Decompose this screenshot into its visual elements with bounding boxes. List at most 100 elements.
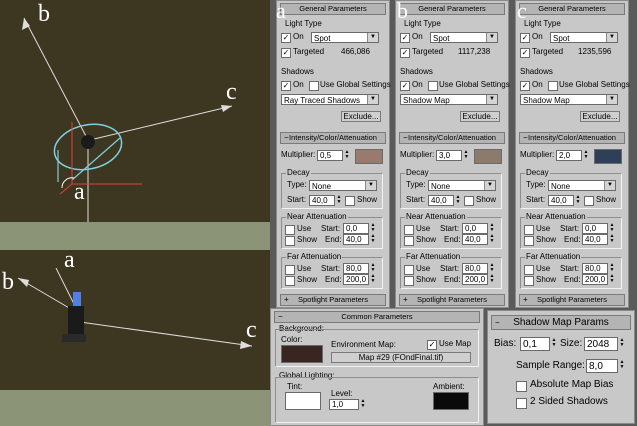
near-use-checkbox[interactable] bbox=[404, 225, 414, 235]
decay-start-input[interactable]: 40,0 bbox=[309, 195, 335, 206]
common-parameters-header[interactable]: − Common Parameters bbox=[274, 311, 480, 323]
intensity-header[interactable]: − Intensity/Color/Attenuation bbox=[519, 132, 625, 144]
general-parameters-header[interactable]: General Parameters bbox=[280, 3, 386, 15]
decay-type-dropdown[interactable]: None ▼ bbox=[309, 180, 377, 191]
decay-start-spinner[interactable]: ▲ ▼ bbox=[336, 195, 342, 206]
multiplier-input[interactable]: 3,0 bbox=[436, 150, 462, 161]
near-use-checkbox[interactable] bbox=[524, 225, 534, 235]
targeted-checkbox[interactable]: ✓ bbox=[520, 48, 530, 58]
far-use-checkbox[interactable] bbox=[285, 265, 295, 275]
decay-show-checkbox[interactable] bbox=[584, 196, 594, 206]
targeted-checkbox[interactable]: ✓ bbox=[281, 48, 291, 58]
near-end-input[interactable]: 40,0 bbox=[582, 234, 608, 245]
decay-type-dropdown[interactable]: None ▼ bbox=[548, 180, 616, 191]
size-input[interactable]: 2048 bbox=[584, 337, 618, 351]
far-start-input[interactable]: 80,0 bbox=[462, 263, 488, 274]
spotlight-parameters-header[interactable]: + Spotlight Parameters bbox=[399, 294, 505, 306]
near-show-checkbox[interactable] bbox=[524, 236, 534, 246]
far-end-spinner[interactable]: ▲ ▼ bbox=[609, 274, 615, 285]
near-start-input[interactable]: 0,0 bbox=[462, 223, 488, 234]
level-spinner[interactable]: ▲ ▼ bbox=[360, 399, 366, 410]
spotlight-parameters-header[interactable]: + Spotlight Parameters bbox=[280, 294, 386, 306]
decay-show-checkbox[interactable] bbox=[464, 196, 474, 206]
near-end-spinner[interactable]: ▲ ▼ bbox=[370, 234, 376, 245]
use-map-checkbox[interactable]: ✓ bbox=[427, 340, 437, 350]
shadows-on-checkbox[interactable]: ✓ bbox=[281, 81, 291, 91]
exclude-button[interactable]: Exclude... bbox=[341, 111, 381, 122]
environment-map-button[interactable]: Map #29 (FOndFinal.tif) bbox=[331, 352, 471, 363]
far-end-input[interactable]: 200,0 bbox=[343, 274, 369, 285]
size-spinner[interactable]: ▲ ▼ bbox=[619, 338, 625, 349]
multiplier-label: Multiplier: bbox=[281, 150, 316, 159]
far-start-input[interactable]: 80,0 bbox=[582, 263, 608, 274]
near-show-checkbox[interactable] bbox=[285, 236, 295, 246]
targeted-checkbox[interactable]: ✓ bbox=[400, 48, 410, 58]
level-input[interactable]: 1,0 bbox=[329, 399, 359, 410]
far-use-checkbox[interactable] bbox=[404, 265, 414, 275]
decay-start-spinner[interactable]: ▲ ▼ bbox=[575, 195, 581, 206]
near-start-input[interactable]: 0,0 bbox=[343, 223, 369, 234]
far-end-input[interactable]: 200,0 bbox=[582, 274, 608, 285]
multiplier-input[interactable]: 0,5 bbox=[317, 150, 343, 161]
light-type-dropdown[interactable]: Spot ▼ bbox=[550, 32, 618, 43]
light-color-swatch[interactable] bbox=[355, 149, 383, 164]
on-checkbox[interactable]: ✓ bbox=[400, 33, 410, 43]
shadow-type-dropdown[interactable]: Shadow Map ▼ bbox=[400, 94, 498, 105]
use-global-checkbox[interactable] bbox=[548, 81, 558, 91]
bias-spinner[interactable]: ▲ ▼ bbox=[551, 338, 557, 349]
near-end-spinner[interactable]: ▲ ▼ bbox=[609, 234, 615, 245]
use-global-checkbox[interactable] bbox=[428, 81, 438, 91]
general-parameters-header[interactable]: General Parameters bbox=[519, 3, 625, 15]
multiplier-spinner[interactable]: ▲ ▼ bbox=[344, 150, 350, 161]
multiplier-input[interactable]: 2,0 bbox=[556, 150, 582, 161]
far-end-spinner[interactable]: ▲ ▼ bbox=[370, 274, 376, 285]
decay-start-spinner[interactable]: ▲ ▼ bbox=[455, 195, 461, 206]
ambient-color-swatch[interactable] bbox=[433, 392, 469, 410]
intensity-header[interactable]: − Intensity/Color/Attenuation bbox=[399, 132, 505, 144]
two-sided-shadows-checkbox[interactable] bbox=[516, 398, 527, 409]
near-use-checkbox[interactable] bbox=[285, 225, 295, 235]
far-use-checkbox[interactable] bbox=[524, 265, 534, 275]
use-global-checkbox[interactable] bbox=[309, 81, 319, 91]
near-end-spinner[interactable]: ▲ ▼ bbox=[489, 234, 495, 245]
on-checkbox[interactable]: ✓ bbox=[520, 33, 530, 43]
far-start-input[interactable]: 80,0 bbox=[343, 263, 369, 274]
far-show-checkbox[interactable] bbox=[285, 276, 295, 286]
spotlight-parameters-header[interactable]: + Spotlight Parameters bbox=[519, 294, 625, 306]
shadows-on-checkbox[interactable]: ✓ bbox=[400, 81, 410, 91]
shadows-on-checkbox[interactable]: ✓ bbox=[520, 81, 530, 91]
sample-range-input[interactable]: 8,0 bbox=[586, 359, 618, 373]
general-parameters-header[interactable]: General Parameters bbox=[399, 3, 505, 15]
decay-type-dropdown[interactable]: None ▼ bbox=[428, 180, 496, 191]
sample-range-spinner[interactable]: ▲ ▼ bbox=[619, 360, 625, 371]
shadow-type-dropdown[interactable]: Shadow Map ▼ bbox=[520, 94, 618, 105]
background-color-swatch[interactable] bbox=[281, 345, 323, 363]
far-end-input[interactable]: 200,0 bbox=[462, 274, 488, 285]
absolute-map-bias-checkbox[interactable] bbox=[516, 381, 527, 392]
near-end-input[interactable]: 40,0 bbox=[462, 234, 488, 245]
tint-color-swatch[interactable] bbox=[285, 392, 321, 410]
exclude-button[interactable]: Exclude... bbox=[460, 111, 500, 122]
exclude-button[interactable]: Exclude... bbox=[580, 111, 620, 122]
bias-input[interactable]: 0,1 bbox=[520, 337, 550, 351]
light-color-swatch[interactable] bbox=[594, 149, 622, 164]
on-checkbox[interactable]: ✓ bbox=[281, 33, 291, 43]
near-end-label: End: bbox=[564, 235, 581, 244]
far-show-checkbox[interactable] bbox=[404, 276, 414, 286]
near-end-input[interactable]: 40,0 bbox=[343, 234, 369, 245]
decay-start-input[interactable]: 40,0 bbox=[428, 195, 454, 206]
light-color-swatch[interactable] bbox=[474, 149, 502, 164]
multiplier-spinner[interactable]: ▲ ▼ bbox=[463, 150, 469, 161]
shadow-map-params-header[interactable]: − Shadow Map Params bbox=[491, 315, 631, 330]
far-show-checkbox[interactable] bbox=[524, 276, 534, 286]
light-type-dropdown[interactable]: Spot ▼ bbox=[430, 32, 498, 43]
intensity-header[interactable]: − Intensity/Color/Attenuation bbox=[280, 132, 386, 144]
far-end-spinner[interactable]: ▲ ▼ bbox=[489, 274, 495, 285]
shadow-type-dropdown[interactable]: Ray Traced Shadows ▼ bbox=[281, 94, 379, 105]
decay-start-input[interactable]: 40,0 bbox=[548, 195, 574, 206]
decay-show-checkbox[interactable] bbox=[345, 196, 355, 206]
light-type-dropdown[interactable]: Spot ▼ bbox=[311, 32, 379, 43]
near-start-input[interactable]: 0,0 bbox=[582, 223, 608, 234]
near-show-checkbox[interactable] bbox=[404, 236, 414, 246]
multiplier-spinner[interactable]: ▲ ▼ bbox=[583, 150, 589, 161]
